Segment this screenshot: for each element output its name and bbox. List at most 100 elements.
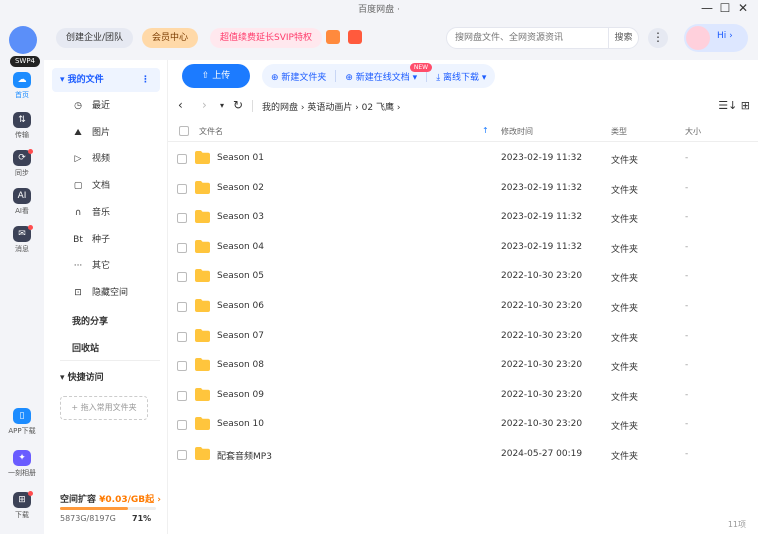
select-all-checkbox[interactable] — [179, 126, 189, 136]
rail-item-download[interactable]: ⊞ 下载 — [0, 491, 44, 520]
toolbar-group: ⊕ 新建文件夹 ⊕ 新建在线文档 ▾ ⤓ 离线下载 ▾ NEW — [262, 63, 496, 88]
nav-quick-access[interactable]: ▾ 快捷访问 — [52, 366, 160, 390]
file-name[interactable]: Season 03 — [217, 212, 264, 222]
row-checkbox[interactable] — [177, 331, 187, 342]
rail-item-label: AI看 — [15, 207, 29, 215]
rail-item-sync[interactable]: ⟳ 同步 — [0, 149, 44, 178]
file-name[interactable]: 配套音频MP3 — [217, 449, 272, 462]
breadcrumb[interactable]: 我的网盘 › 英语动画片 › 02 飞鹰 › — [262, 100, 400, 113]
row-checkbox[interactable] — [177, 183, 187, 194]
row-checkbox[interactable] — [177, 272, 187, 283]
table-row[interactable]: Season 04 2023-02-19 11:32 文件夹 - — [168, 233, 758, 262]
rail-item-app-download[interactable]: ▯ APP下载 — [0, 408, 44, 436]
svip-promo-button[interactable]: 超值续费延长SVIP特权 — [210, 28, 322, 48]
row-checkbox[interactable] — [177, 302, 187, 312]
avatar[interactable] — [9, 26, 37, 54]
table-row[interactable]: Season 09 2022-10-30 23:20 文件夹 - — [168, 381, 758, 410]
row-checkbox[interactable] — [177, 154, 187, 164]
new-folder-button[interactable]: ⊕ 新建文件夹 — [262, 70, 335, 83]
row-checkbox[interactable] — [177, 420, 187, 431]
row-checkbox[interactable] — [177, 390, 187, 401]
nav-item-videos[interactable]: ▷ 视频 — [72, 149, 162, 169]
notification-dot — [28, 491, 33, 496]
rail-item-transfer[interactable]: ⇅ 传输 — [0, 112, 44, 140]
view-toggle[interactable]: ☰↓ ⊞ — [718, 99, 750, 112]
game-icon[interactable] — [326, 30, 340, 44]
storage-progress-fill — [60, 507, 129, 510]
column-type[interactable]: 类型 — [611, 126, 627, 137]
close-button[interactable]: ✕ — [734, 0, 752, 16]
nav-my-files[interactable]: ▾ 我的文件 ⋮ — [52, 68, 160, 92]
file-name[interactable]: Season 02 — [217, 183, 264, 193]
clock-icon: ◷ — [74, 101, 82, 111]
refresh-button[interactable]: ↻ — [233, 98, 243, 112]
minimize-button[interactable]: — — [698, 0, 716, 16]
table-row[interactable]: Season 08 2022-10-30 23:20 文件夹 - — [168, 351, 758, 380]
nav-item-hidden-space[interactable]: ⊡ 隐藏空间 — [72, 283, 162, 303]
nav-item-music[interactable]: ∩ 音乐 — [72, 203, 162, 223]
file-size: - — [685, 360, 689, 371]
forward-button[interactable]: › — [202, 98, 207, 112]
user-profile-button[interactable]: Hi › — [684, 24, 748, 52]
maximize-button[interactable]: ☐ — [716, 0, 734, 16]
rail-item-label: 首页 — [15, 91, 29, 99]
file-name[interactable]: Season 08 — [217, 360, 264, 370]
rail-item-moments[interactable]: ✦ 一刻相册 — [0, 450, 44, 478]
table-row[interactable]: Season 10 2022-10-30 23:20 文件夹 - — [168, 410, 758, 439]
file-name[interactable]: Season 04 — [217, 242, 264, 252]
table-row[interactable]: Season 05 2022-10-30 23:20 文件夹 - — [168, 262, 758, 291]
back-button[interactable]: ‹ — [178, 98, 183, 112]
nav-item-other[interactable]: ··· 其它 — [72, 256, 162, 276]
document-icon: ▢ — [73, 181, 83, 191]
member-center-button[interactable]: 会员中心 — [142, 28, 199, 48]
upload-button[interactable]: ⇧ 上传 — [182, 64, 250, 88]
nav-recycle-bin[interactable]: 回收站 — [72, 341, 99, 354]
search-button[interactable]: 搜索 — [608, 28, 638, 48]
file-name[interactable]: Season 06 — [217, 301, 264, 311]
table-row[interactable]: 配套音频MP3 2024-05-27 00:19 文件夹 - — [168, 440, 758, 469]
rail-item-messages[interactable]: ✉ 消息 — [0, 225, 44, 254]
column-size[interactable]: 大小 — [685, 126, 701, 137]
storage-expand-label: 空间扩容 — [60, 495, 97, 505]
row-checkbox[interactable] — [177, 361, 187, 372]
row-checkbox[interactable] — [177, 450, 187, 460]
table-row[interactable]: Season 02 2023-02-19 11:32 文件夹 - — [168, 174, 758, 203]
image-icon: ⛰ — [74, 128, 82, 138]
sort-icon[interactable]: ↑ — [482, 126, 489, 135]
table-row[interactable]: Season 07 2022-10-30 23:20 文件夹 - — [168, 322, 758, 351]
more-menu-button[interactable]: ⋮ — [648, 28, 668, 48]
nav-my-share[interactable]: 我的分享 — [72, 314, 108, 327]
file-modified: 2022-10-30 23:20 — [501, 271, 583, 282]
more-icon[interactable]: ⋮ — [141, 68, 150, 92]
storage-expand-link[interactable]: 空间扩容 ¥0.03/GB起 › — [60, 492, 161, 505]
row-checkbox[interactable] — [177, 213, 187, 224]
search-input[interactable] — [455, 31, 605, 45]
rail-item-label: 一刻相册 — [8, 469, 36, 477]
file-name[interactable]: Season 01 — [217, 153, 264, 163]
file-name[interactable]: Season 10 — [217, 419, 264, 429]
rail-item-ai[interactable]: AI AI看 — [0, 188, 44, 216]
gift-icon[interactable] — [348, 30, 362, 44]
column-name[interactable]: 文件名 — [199, 126, 223, 137]
nav-item-recent[interactable]: ◷ 最近 — [72, 96, 162, 116]
greeting-label: Hi › — [717, 31, 733, 41]
table-row[interactable]: Season 03 2023-02-19 11:32 文件夹 - — [168, 203, 758, 232]
file-name[interactable]: Season 07 — [217, 331, 264, 341]
nav-item-torrents[interactable]: Bt 种子 — [72, 230, 162, 250]
table-row[interactable]: Season 01 2023-02-19 11:32 文件夹 - — [168, 144, 758, 173]
rail-item-label: 下载 — [15, 511, 29, 519]
history-dropdown[interactable]: ▾ — [220, 101, 224, 110]
row-checkbox[interactable] — [177, 242, 187, 253]
nav-item-label: 其它 — [92, 261, 111, 271]
file-name[interactable]: Season 05 — [217, 271, 264, 281]
offline-download-button[interactable]: ⤓ 离线下载 ▾ — [427, 70, 495, 83]
pin-folder-button[interactable]: + 拖入常用文件夹 — [60, 396, 148, 420]
rail-item-home[interactable]: ☁ 首页 — [0, 72, 44, 100]
create-enterprise-button[interactable]: 创建企业/团队 — [56, 28, 134, 48]
table-row[interactable]: Season 06 2022-10-30 23:20 文件夹 - — [168, 292, 758, 321]
column-modified[interactable]: 修改时间 — [501, 126, 533, 137]
nav-item-images[interactable]: ⛰ 图片 — [72, 123, 162, 143]
nav-item-documents[interactable]: ▢ 文档 — [72, 176, 162, 196]
folder-icon — [195, 417, 210, 431]
file-name[interactable]: Season 09 — [217, 390, 264, 400]
